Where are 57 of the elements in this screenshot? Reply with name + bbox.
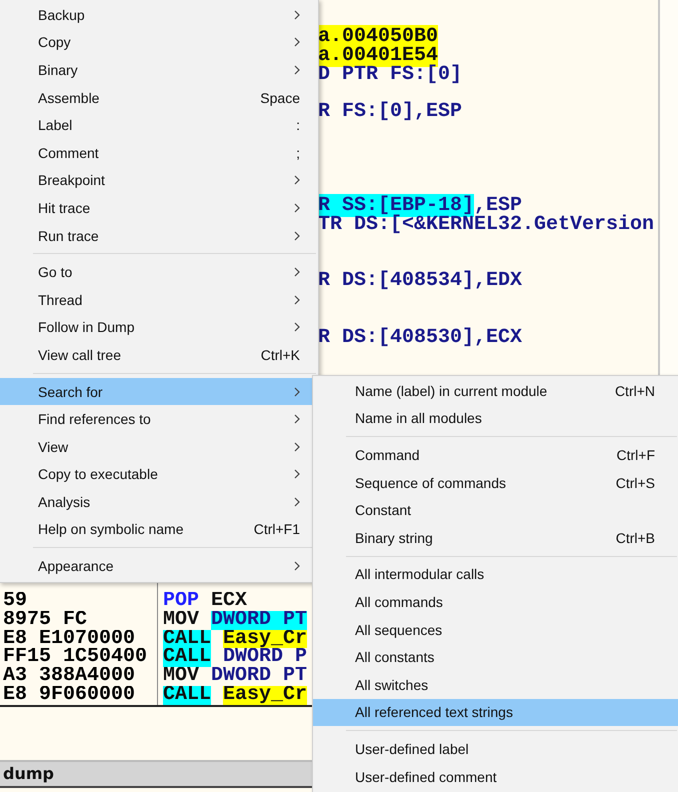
menu-item[interactable]: Comment ; [0,138,318,167]
disassembly-cell: TR DS:[<&KERNEL32.GetVersion [318,216,654,235]
menu-item[interactable]: Binary string Ctrl+B [313,524,678,552]
shortcut-label: ; [296,144,300,161]
shortcut-label: : [296,117,300,134]
menu-item[interactable]: All commands [313,588,678,616]
chevron-icon [294,496,300,507]
menu-item[interactable]: Constant [313,496,678,524]
chevron-icon [294,322,300,332]
chevron-icon [294,561,300,572]
menu-item[interactable]: Hit trace [0,194,318,222]
menu-item[interactable]: Binary [0,56,318,84]
menu-item[interactable]: Sequence of commands Ctrl+S [313,468,678,496]
disassembly-cell: a.00401E54 [318,46,438,66]
chevron-icon [294,202,300,213]
shortcut-label: Space [260,90,300,106]
shortcut-label: Ctrl+K [260,346,300,363]
menu-item[interactable]: User-defined comment [313,762,678,790]
menu-item[interactable]: All referenced text strings [313,698,678,726]
menu-item[interactable]: Breakpoint [0,166,318,194]
menu-item[interactable]: Command Ctrl+F [313,441,678,469]
disassembly-cell: R DS:[408530],ECX [318,328,522,348]
shortcut-label: Ctrl+N [614,382,655,399]
menu-item[interactable]: All switches [313,670,678,699]
chevron-icon [294,294,300,305]
chevron-icon [294,469,300,480]
menu-item[interactable]: All sequences [313,616,678,644]
chevron-icon [294,442,300,452]
shortcut-label: Ctrl+S [616,474,655,491]
chevron-icon [294,64,300,75]
menu-item[interactable]: Copy [0,28,318,56]
chevron-icon [294,10,300,20]
disassembly-cell: R SS:[EBP-18],ESP [318,197,522,216]
menu-item[interactable]: Label : [0,111,318,139]
chevron-icon [294,37,300,48]
chevron-icon [294,414,300,424]
shortcut-label: Ctrl+F [616,446,655,463]
chevron-icon [294,267,300,278]
disassembly-cell: R FS:[0],ESP [318,103,462,122]
disassembly-cell: D PTR FS:[0] [318,66,462,84]
chevron-icon [294,175,300,186]
shortcut-label: Ctrl+B [616,530,655,546]
menu-item[interactable]: Follow in Dump [0,314,318,342]
menu-item[interactable]: All intermodular calls [313,560,678,588]
menu-item[interactable]: All constants [313,643,678,671]
shortcut-label: Ctrl+F1 [254,521,300,538]
chevron-icon [294,230,300,241]
disassembly-cell: R DS:[408534],EDX [318,272,522,292]
menu-item[interactable]: Go to [0,258,318,286]
menu-item[interactable]: User-defined label [313,735,678,763]
menu-item[interactable]: Thread [0,286,318,314]
menu-item[interactable]: Assemble Space [0,84,318,112]
chevron-icon [294,386,300,397]
menu-item[interactable]: View call tree Ctrl+K [0,341,318,369]
menu-item[interactable]: Name in all modules [313,404,678,432]
menu-item[interactable]: Backup [0,1,318,29]
menu-item[interactable]: Run trace [0,222,318,250]
